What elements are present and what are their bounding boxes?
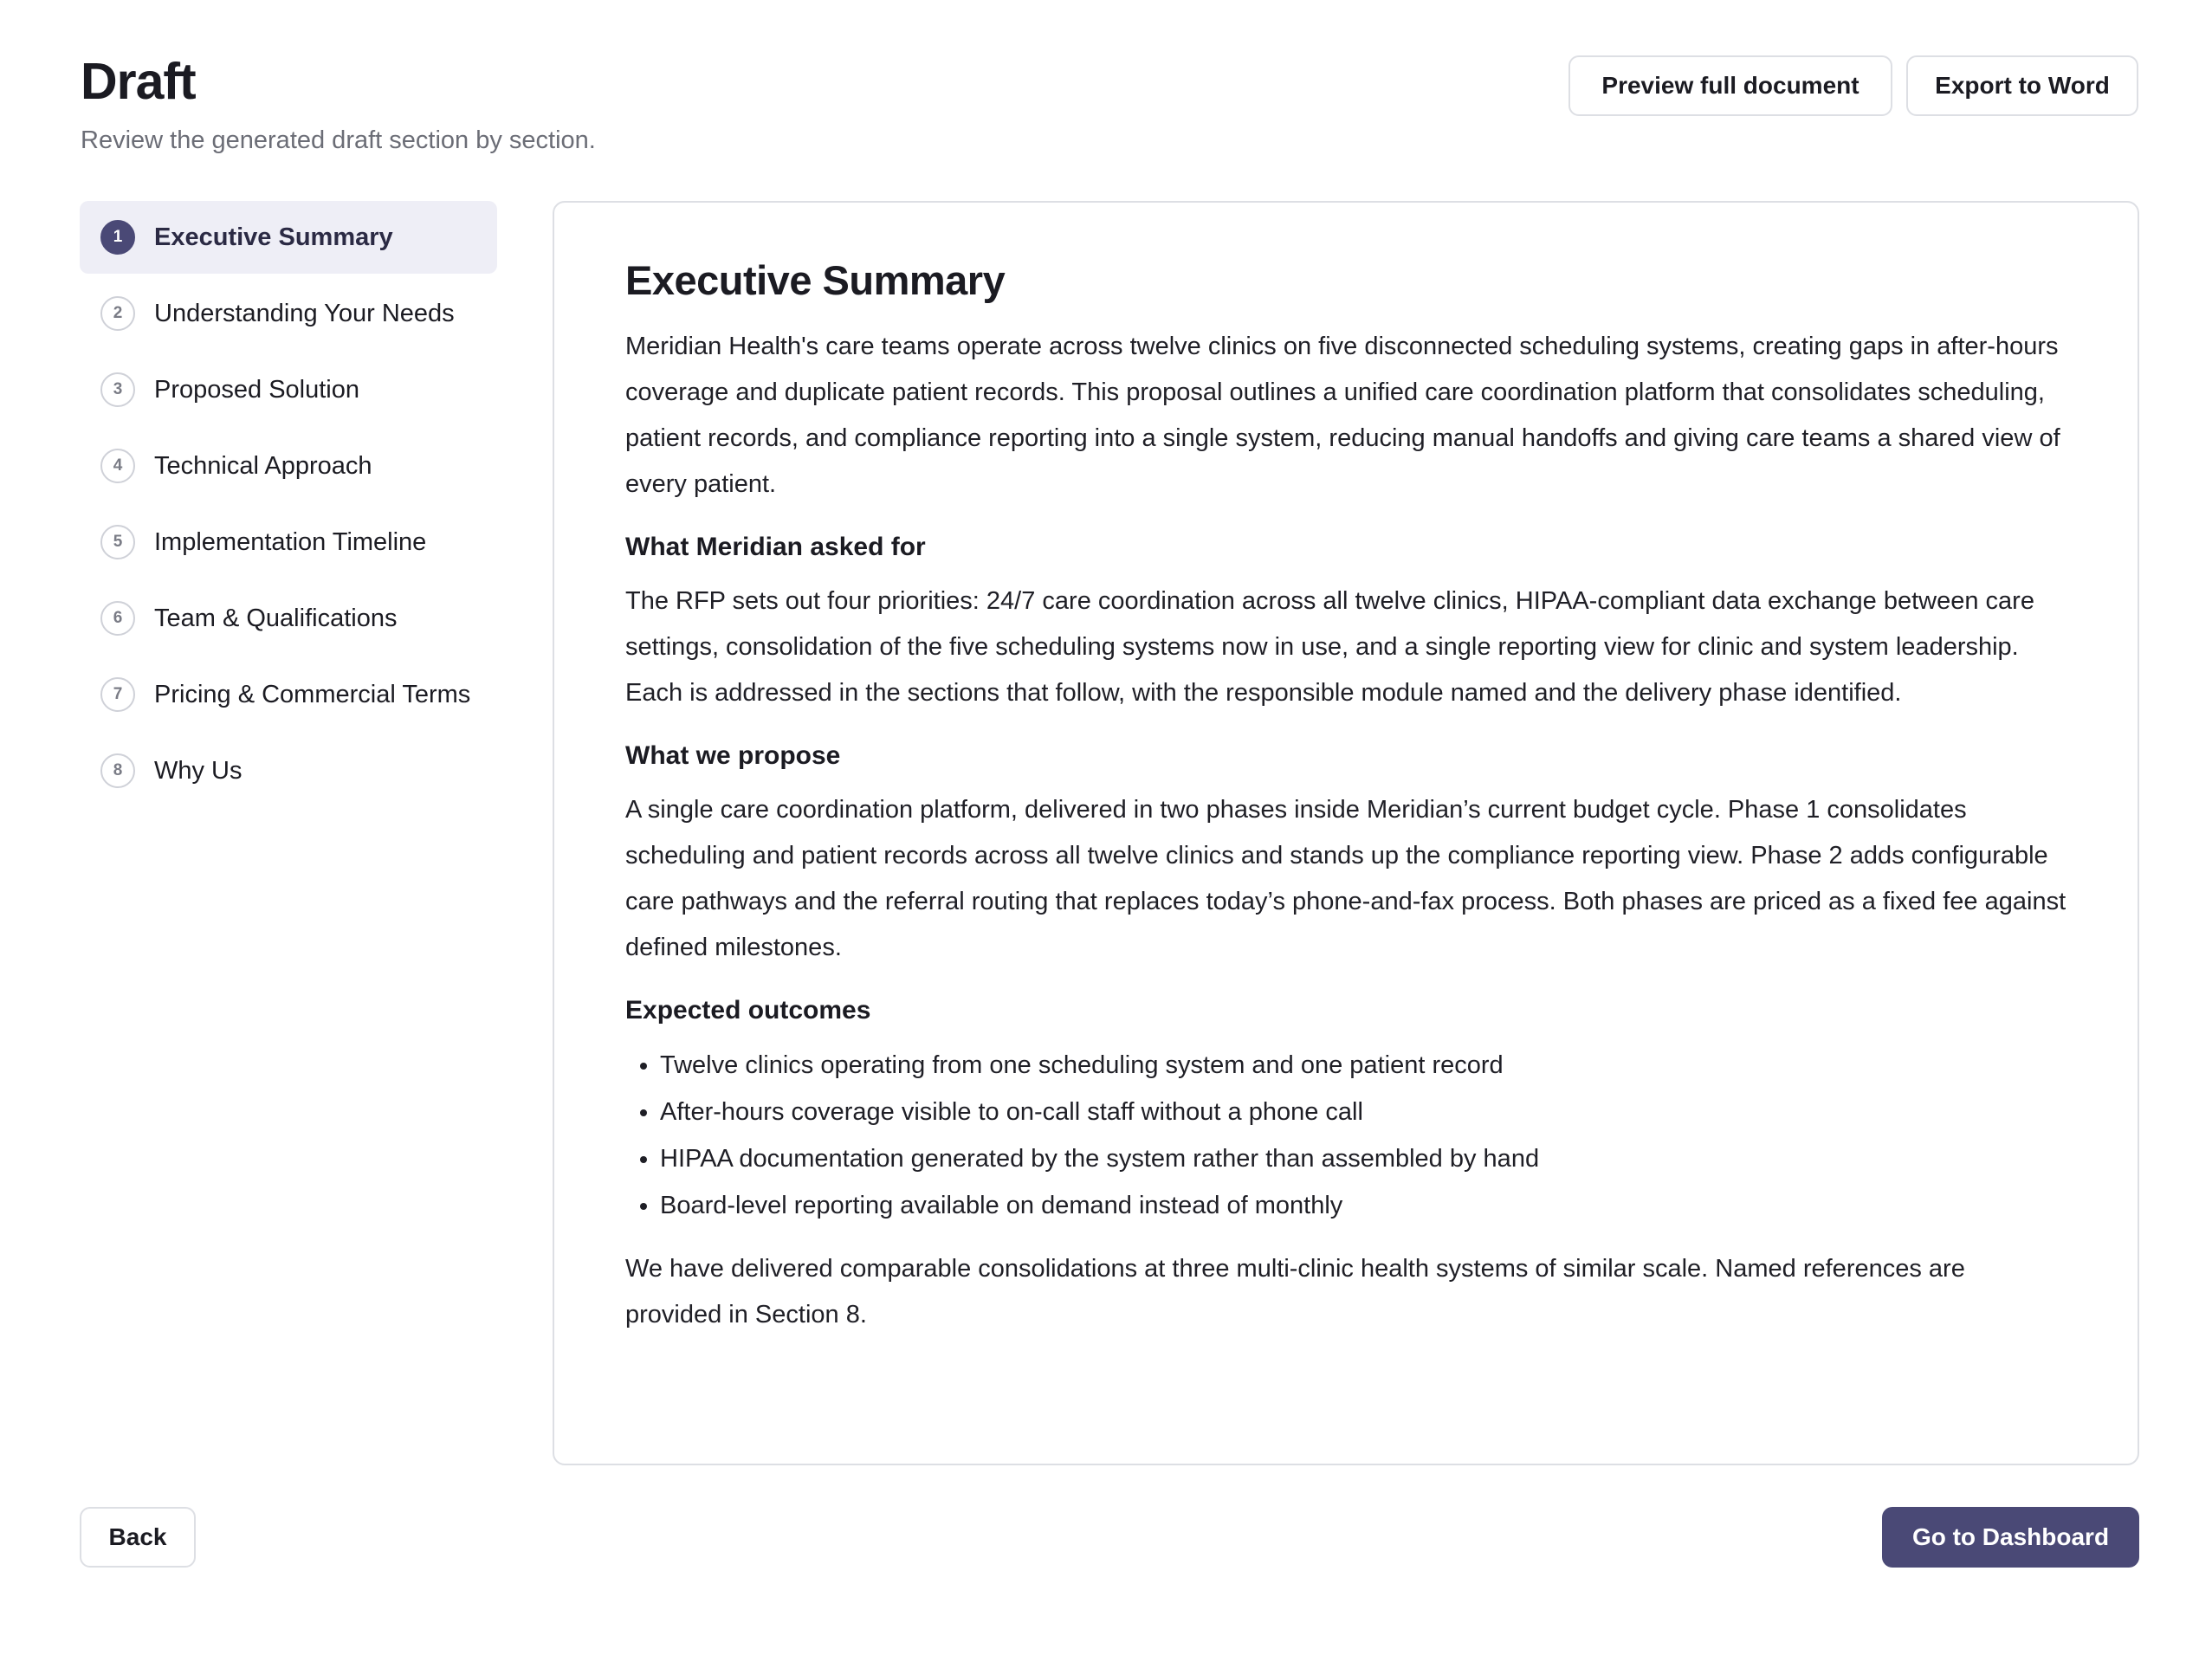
sidebar-item-label: Understanding Your Needs: [154, 299, 455, 327]
sidebar-item-pricing-commercial-terms[interactable]: 7 Pricing & Commercial Terms: [80, 658, 497, 731]
step-number-badge: 8: [100, 753, 135, 788]
sidebar-item-implementation-timeline[interactable]: 5 Implementation Timeline: [80, 506, 497, 579]
go-to-dashboard-button[interactable]: Go to Dashboard: [1882, 1507, 2139, 1568]
sidebar-item-label: Executive Summary: [154, 223, 393, 251]
section-title: Executive Summary: [625, 257, 1006, 303]
sidebar-item-label: Implementation Timeline: [154, 527, 427, 556]
step-number-badge: 2: [100, 296, 135, 331]
step-number-badge: 5: [100, 525, 135, 559]
step-number-badge: 7: [100, 677, 135, 712]
sidebar-item-executive-summary[interactable]: 1 Executive Summary: [80, 201, 497, 274]
export-to-word-button[interactable]: Export to Word: [1906, 55, 2138, 116]
subsection-paragraph: A single care coordination platform, del…: [625, 796, 2066, 961]
step-number-badge: 1: [100, 220, 135, 255]
subsection-heading: What Meridian asked for: [625, 533, 926, 561]
sidebar-item-label: Technical Approach: [154, 451, 372, 480]
step-number-badge: 6: [100, 601, 135, 636]
draft-section-card: Executive Summary Meridian Health's care…: [553, 201, 2139, 1465]
sidebar-item-proposed-solution[interactable]: 3 Proposed Solution: [80, 353, 497, 426]
intro-paragraph: Meridian Health's care teams operate acr…: [625, 333, 2060, 498]
sidebar-item-label: Why Us: [154, 756, 243, 785]
step-number-badge: 3: [100, 372, 135, 407]
sidebar-item-label: Team & Qualifications: [154, 604, 398, 632]
sidebar-item-label: Pricing & Commercial Terms: [154, 680, 471, 708]
page-subtitle: Review the generated draft section by se…: [81, 126, 596, 154]
sidebar-item-why-us[interactable]: 8 Why Us: [80, 734, 497, 807]
list-item: After-hours coverage visible to on-call …: [660, 1089, 2068, 1135]
subsection-paragraph: The RFP sets out four priorities: 24/7 c…: [625, 587, 2034, 707]
list-item: Twelve clinics operating from one schedu…: [660, 1042, 2068, 1089]
back-button[interactable]: Back: [80, 1507, 196, 1568]
page-title: Draft: [81, 53, 197, 110]
step-number-badge: 4: [100, 449, 135, 483]
sidebar-item-team-qualifications[interactable]: 6 Team & Qualifications: [80, 582, 497, 655]
list-item: Board-level reporting available on deman…: [660, 1182, 2068, 1229]
section-nav: 1 Executive Summary 2 Understanding Your…: [80, 201, 497, 811]
list-item: HIPAA documentation generated by the sys…: [660, 1135, 2068, 1182]
sidebar-item-understanding-your-needs[interactable]: 2 Understanding Your Needs: [80, 277, 497, 350]
outcomes-list: Twelve clinics operating from one schedu…: [625, 1042, 2068, 1229]
closing-paragraph: We have delivered comparable consolidati…: [625, 1255, 1965, 1329]
outcomes-heading: Expected outcomes: [625, 996, 871, 1025]
sidebar-item-label: Proposed Solution: [154, 375, 359, 404]
subsection-heading: What we propose: [625, 741, 841, 770]
sidebar-item-technical-approach[interactable]: 4 Technical Approach: [80, 430, 497, 502]
preview-full-document-button[interactable]: Preview full document: [1568, 55, 1892, 116]
